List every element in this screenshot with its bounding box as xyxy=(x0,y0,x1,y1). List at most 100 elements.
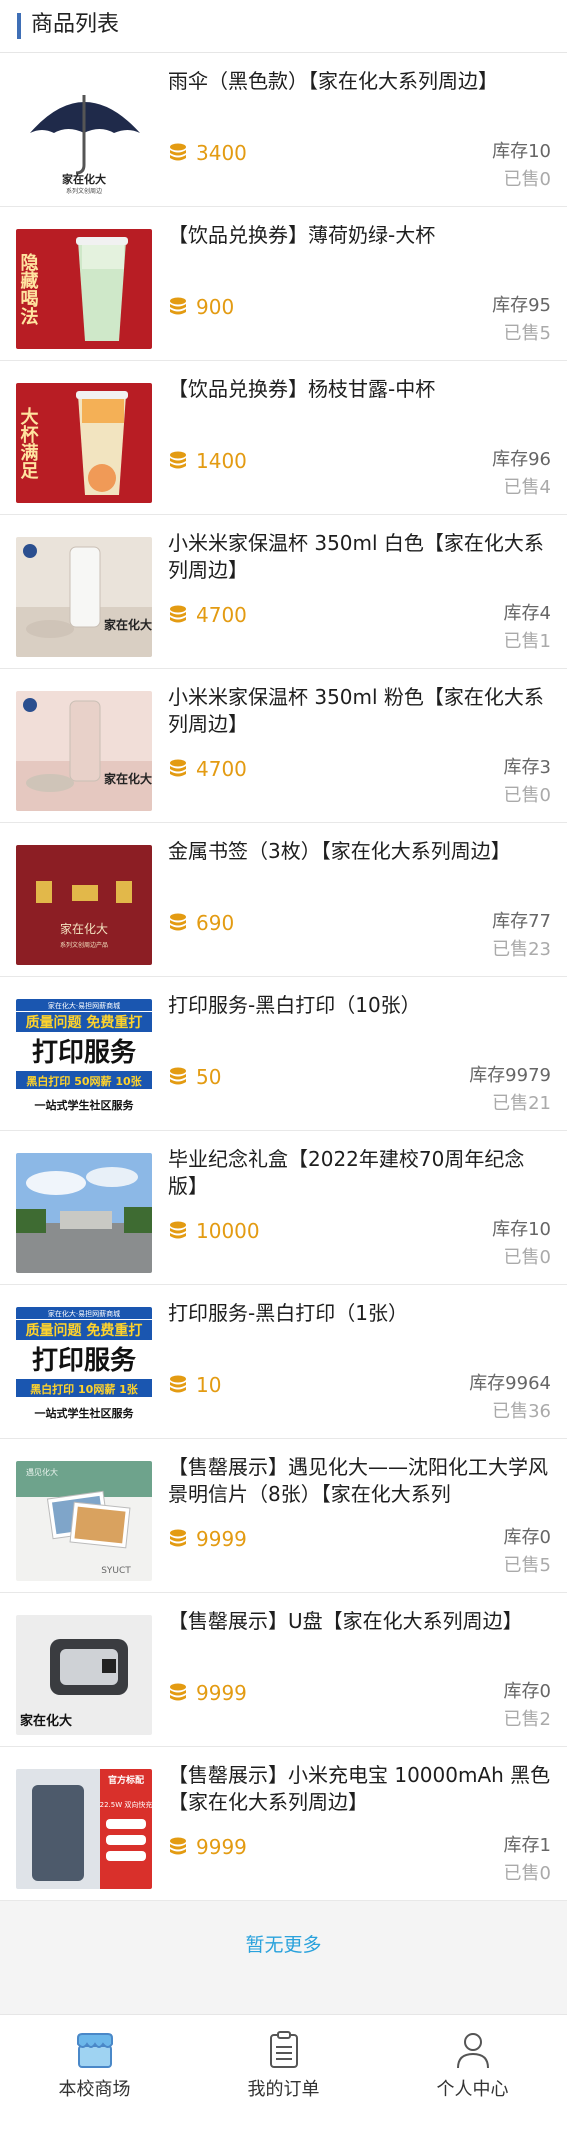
product-name[interactable]: 金属书签（3枚）【家在化大系列周边】 xyxy=(168,838,553,865)
coins-icon xyxy=(168,912,188,934)
price-value: 1400 xyxy=(196,449,247,473)
tab-label: 我的订单 xyxy=(189,2075,378,2101)
stock-count: 库存77 xyxy=(492,907,551,933)
sold-count: 已售0 xyxy=(504,781,551,807)
product-price: 900 xyxy=(168,293,234,321)
bottom-tab-bar: 本校商场 我的订单 个人中心 xyxy=(0,2014,567,2134)
print-10-image: 家在化大·易担网薪商城质量问题 免费重打打印服务黑白打印 50网薪 10张一站式… xyxy=(16,999,152,1119)
image-caption: 打印服务 xyxy=(32,1038,136,1068)
product-name[interactable]: 雨伞（黑色款）【家在化大系列周边】 xyxy=(168,68,553,95)
product-image[interactable]: 家在化大 xyxy=(16,1615,152,1735)
product-image[interactable]: 大杯满足 xyxy=(16,383,152,503)
tab-orders[interactable]: 我的订单 xyxy=(189,2015,378,2134)
product-name[interactable]: 小米米家保温杯 350ml 粉色【家在化大系列周边】 xyxy=(168,684,553,738)
product-image[interactable]: 遇见化大SYUCT xyxy=(16,1461,152,1581)
image-caption: 22.5W 双向快充 xyxy=(100,1800,152,1809)
tea-green-image: 隐藏喝法 xyxy=(16,229,152,349)
image-caption: 家在化大 xyxy=(104,617,152,632)
price-value: 10000 xyxy=(196,1219,260,1243)
product-name[interactable]: 【饮品兑换券】薄荷奶绿-大杯 xyxy=(168,222,553,249)
price-value: 9999 xyxy=(196,1835,247,1859)
product-name[interactable]: 【售罄展示】遇见化大——沈阳化工大学风景明信片（8张）【家在化大系列 xyxy=(168,1454,553,1508)
coins-icon xyxy=(168,1220,188,1242)
product-price: 1400 xyxy=(168,447,247,475)
sold-count: 已售0 xyxy=(504,1859,551,1885)
cup-white-image: 家在化大 xyxy=(16,537,152,657)
tab-shop[interactable]: 本校商场 xyxy=(0,2015,189,2134)
product-image[interactable]: 隐藏喝法 xyxy=(16,229,152,349)
image-caption: 家在化大 xyxy=(60,921,108,936)
product-list: 家在化大系列文创周边雨伞（黑色款）【家在化大系列周边】3400库存10已售0隐藏… xyxy=(0,53,567,1901)
postcard-image: 遇见化大SYUCT xyxy=(16,1461,152,1581)
product-item[interactable]: 家在化大小米米家保温杯 350ml 白色【家在化大系列周边】4700库存4已售1 xyxy=(0,515,567,669)
product-image[interactable]: 家在化大系列文创周边 xyxy=(16,75,152,195)
price-value: 4700 xyxy=(196,603,247,627)
image-caption: 家在化大·易担网薪商城 xyxy=(48,1001,120,1010)
product-item[interactable]: 官方标配22.5W 双向快充【售罄展示】小米充电宝 10000mAh 黑色【家在… xyxy=(0,1747,567,1901)
umbrella-image: 家在化大系列文创周边 xyxy=(16,75,152,195)
product-image[interactable]: 家在化大·易担网薪商城质量问题 免费重打打印服务黑白打印 10网薪 1张一站式学… xyxy=(16,1307,152,1427)
print-1-image: 家在化大·易担网薪商城质量问题 免费重打打印服务黑白打印 10网薪 1张一站式学… xyxy=(16,1307,152,1427)
image-caption: 家在化大 xyxy=(104,771,152,786)
title-accent-bar xyxy=(17,13,21,39)
sold-count: 已售21 xyxy=(492,1089,551,1115)
coins-icon xyxy=(168,450,188,472)
image-caption: 打印服务 xyxy=(32,1346,136,1376)
product-image[interactable]: 家在化大系列文创周边产品 xyxy=(16,845,152,965)
product-item[interactable]: 家在化大【售罄展示】U盘【家在化大系列周边】9999库存0已售2 xyxy=(0,1593,567,1747)
product-item[interactable]: 大杯满足【饮品兑换券】杨枝甘露-中杯1400库存96已售4 xyxy=(0,361,567,515)
product-item[interactable]: 毕业纪念礼盒【2022年建校70周年纪念版】 10000 库存10已售0 xyxy=(0,1131,567,1285)
price-value: 690 xyxy=(196,911,234,935)
stock-count: 库存3 xyxy=(504,753,551,779)
product-name[interactable]: 【饮品兑换券】杨枝甘露-中杯 xyxy=(168,376,553,403)
coins-icon xyxy=(168,1066,188,1088)
product-price: 9999 xyxy=(168,1679,247,1707)
stock-count: 库存0 xyxy=(504,1677,551,1703)
sold-count: 已售0 xyxy=(504,1243,551,1269)
image-caption: 系列文创周边产品 xyxy=(60,941,108,949)
product-item[interactable]: 家在化大·易担网薪商城质量问题 免费重打打印服务黑白打印 10网薪 1张一站式学… xyxy=(0,1285,567,1439)
coins-icon xyxy=(168,1528,188,1550)
price-value: 900 xyxy=(196,295,234,319)
stock-count: 库存96 xyxy=(492,445,551,471)
product-price: 9999 xyxy=(168,1525,247,1553)
product-name[interactable]: 【售罄展示】U盘【家在化大系列周边】 xyxy=(168,1608,553,1635)
image-caption: 质量问题 免费重打 xyxy=(26,1014,143,1031)
campus-image xyxy=(16,1153,152,1273)
stock-count: 库存9964 xyxy=(469,1369,551,1395)
product-price: 10000 xyxy=(168,1217,260,1245)
product-item[interactable]: 家在化大·易担网薪商城质量问题 免费重打打印服务黑白打印 50网薪 10张一站式… xyxy=(0,977,567,1131)
product-image[interactable]: 家在化大·易担网薪商城质量问题 免费重打打印服务黑白打印 50网薪 10张一站式… xyxy=(16,999,152,1119)
stock-count: 库存0 xyxy=(504,1523,551,1549)
product-name[interactable]: 毕业纪念礼盒【2022年建校70周年纪念版】 xyxy=(168,1146,553,1200)
coins-icon xyxy=(168,296,188,318)
product-name[interactable]: 【售罄展示】小米充电宝 10000mAh 黑色【家在化大系列周边】 xyxy=(168,1762,553,1816)
product-name[interactable]: 打印服务-黑白打印（10张） xyxy=(168,992,553,1019)
stock-count: 库存1 xyxy=(504,1831,551,1857)
coins-icon xyxy=(168,142,188,164)
sold-count: 已售5 xyxy=(504,1551,551,1577)
product-image[interactable]: 官方标配22.5W 双向快充 xyxy=(16,1769,152,1889)
user-icon xyxy=(452,2029,494,2071)
product-item[interactable]: 家在化大系列文创周边产品金属书签（3枚）【家在化大系列周边】690库存77已售2… xyxy=(0,823,567,977)
product-image[interactable]: 家在化大 xyxy=(16,537,152,657)
product-name[interactable]: 小米米家保温杯 350ml 白色【家在化大系列周边】 xyxy=(168,530,553,584)
product-image[interactable] xyxy=(16,1153,152,1273)
image-caption: 黑白打印 50网薪 10张 xyxy=(26,1074,142,1088)
price-value: 10 xyxy=(196,1373,221,1397)
stock-count: 库存10 xyxy=(492,1215,551,1241)
product-name[interactable]: 打印服务-黑白打印（1张） xyxy=(168,1300,553,1327)
page-title: 商品列表 xyxy=(31,10,119,40)
product-item[interactable]: 家在化大系列文创周边雨伞（黑色款）【家在化大系列周边】3400库存10已售0 xyxy=(0,53,567,207)
image-caption: 大杯满足 xyxy=(18,406,39,480)
product-item[interactable]: 遇见化大SYUCT 【售罄展示】遇见化大——沈阳化工大学风景明信片（8张）【家在化… xyxy=(0,1439,567,1593)
tab-profile[interactable]: 个人中心 xyxy=(378,2015,567,2134)
stock-count: 库存95 xyxy=(492,291,551,317)
coins-icon xyxy=(168,1682,188,1704)
product-item[interactable]: 隐藏喝法【饮品兑换券】薄荷奶绿-大杯900库存95已售5 xyxy=(0,207,567,361)
price-value: 3400 xyxy=(196,141,247,165)
tea-orange-image: 大杯满足 xyxy=(16,383,152,503)
stock-count: 库存10 xyxy=(492,137,551,163)
product-item[interactable]: 家在化大小米米家保温杯 350ml 粉色【家在化大系列周边】4700库存3已售0 xyxy=(0,669,567,823)
product-image[interactable]: 家在化大 xyxy=(16,691,152,811)
